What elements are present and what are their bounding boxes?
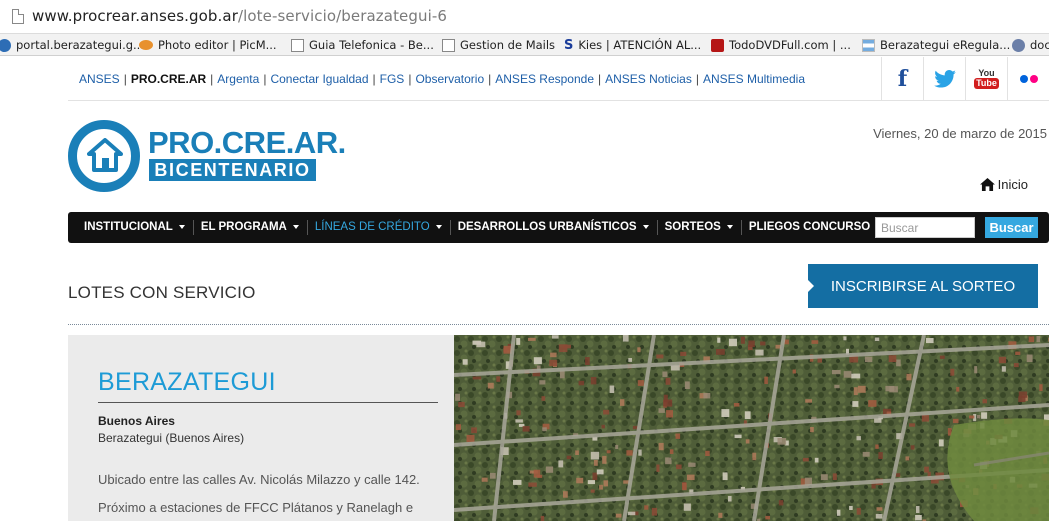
home-link[interactable]: Inicio <box>979 177 1028 192</box>
nav-desarrollos-urbanisticos[interactable]: DESARROLLOS URBANÍSTICOS <box>449 212 657 243</box>
bookmarks-bar: portal.berazategui.g... Photo editor | P… <box>0 34 1049 56</box>
globe-icon <box>0 38 11 52</box>
link-procrear[interactable]: PRO.CRE.AR <box>131 72 206 86</box>
eye-icon <box>139 40 153 50</box>
nav-sorteos[interactable]: SORTEOS <box>656 212 741 243</box>
logo-ring <box>68 120 140 192</box>
dotted-divider <box>68 324 1049 325</box>
nav-lineas-de-credito[interactable]: LÍNEAS DE CRÉDITO <box>306 212 450 243</box>
link-anses-multimedia[interactable]: ANSES Multimedia <box>703 72 805 86</box>
search-button[interactable]: Buscar <box>985 217 1038 238</box>
bookmark-gestion-mails[interactable]: Gestion de Mails <box>442 37 555 53</box>
gear-icon <box>1012 38 1025 52</box>
youtube-icon: You Tube <box>974 67 999 89</box>
caret-down-icon <box>292 224 299 229</box>
bookmark-photo-editor[interactable]: Photo editor | PicM... <box>139 37 277 53</box>
twitter-link[interactable] <box>923 57 965 100</box>
twitter-icon <box>933 69 956 88</box>
bookmark-kies[interactable]: S Kies | ATENCIÓN AL... <box>564 37 701 53</box>
bookmark-doc[interactable]: doc <box>1012 37 1049 53</box>
caret-down-icon <box>435 224 442 229</box>
flickr-link[interactable] <box>1007 57 1049 100</box>
link-fgs[interactable]: FGS <box>380 72 405 86</box>
title-divider <box>98 402 438 403</box>
caret-down-icon <box>178 224 185 229</box>
link-argenta[interactable]: Argenta <box>217 72 259 86</box>
proximity-description: Próximo a estaciones de FFCC Plátanos y … <box>98 500 414 515</box>
home-icon <box>979 178 995 191</box>
bookmark-berazategui-eregula[interactable]: Berazategui eRegula... <box>862 37 1010 53</box>
aerial-photo-image <box>454 335 1049 521</box>
locality-label: Berazategui (Buenos Aires) <box>98 431 245 445</box>
browser-address-bar[interactable]: www.procrear.anses.gob.ar/lote-servicio/… <box>0 0 1049 34</box>
logo-title: PRO.CRE.AR. <box>148 125 346 160</box>
page-icon <box>442 38 455 52</box>
s-icon: S <box>564 37 574 53</box>
dvd-icon <box>711 38 724 52</box>
link-anses-responde[interactable]: ANSES Responde <box>495 72 594 86</box>
procrear-logo[interactable]: PRO.CRE.AR. BICENTENARIO <box>68 118 346 193</box>
link-conectar-igualdad[interactable]: Conectar Igualdad <box>270 72 368 86</box>
place-title: BERAZATEGUI <box>98 368 276 396</box>
location-description: Ubicado entre las calles Av. Nicolás Mil… <box>98 472 420 487</box>
flickr-icon <box>1019 74 1038 83</box>
youtube-link[interactable]: You Tube <box>965 57 1007 100</box>
lote-info-panel: BERAZATEGUI Buenos Aires Berazategui (Bu… <box>68 335 454 521</box>
province-label: Buenos Aires <box>98 414 175 428</box>
page-icon <box>12 9 24 24</box>
nav-menu: INSTITUCIONAL EL PROGRAMA LÍNEAS DE CRÉD… <box>76 212 890 243</box>
main-navbar: INSTITUCIONAL EL PROGRAMA LÍNEAS DE CRÉD… <box>68 212 1049 243</box>
nav-el-programa[interactable]: EL PROGRAMA <box>192 212 307 243</box>
bookmark-tododvdfull[interactable]: TodoDVDFull.com | ... <box>711 37 851 53</box>
page-icon <box>291 38 304 52</box>
bookmark-guia-telefonica[interactable]: Guia Telefonica - Be... <box>291 37 434 53</box>
top-links-bar: ANSES | PRO.CRE.AR | Argenta | Conectar Iguald… <box>68 57 1049 101</box>
nav-institucional[interactable]: INSTITUCIONAL <box>76 212 193 243</box>
flag-icon <box>862 38 875 52</box>
house-icon <box>87 138 123 172</box>
network-links: ANSES | PRO.CRE.AR | Argenta | Conectar Iguald… <box>79 72 805 86</box>
caret-down-icon <box>726 224 733 229</box>
link-anses[interactable]: ANSES <box>79 72 120 86</box>
section-title: LOTES CON SERVICIO <box>68 283 256 302</box>
aerial-photo <box>454 335 1049 521</box>
inscribirse-sorteo-button[interactable]: INSCRIBIRSE AL SORTEO <box>808 264 1038 308</box>
caret-down-icon <box>642 224 649 229</box>
facebook-link[interactable]: f <box>881 57 923 100</box>
nav-pliegos-concurso[interactable]: PLIEGOS CONCURSO <box>740 212 890 243</box>
url-text[interactable]: www.procrear.anses.gob.ar/lote-servicio/… <box>32 7 447 25</box>
link-anses-noticias[interactable]: ANSES Noticias <box>605 72 692 86</box>
logo-subtitle: BICENTENARIO <box>149 159 316 181</box>
link-observatorio[interactable]: Observatorio <box>415 72 484 86</box>
social-links: f You Tube <box>881 57 1049 100</box>
search-input[interactable] <box>875 217 975 238</box>
bookmark-portal-berazategui[interactable]: portal.berazategui.g... <box>0 37 144 53</box>
current-date: Viernes, 20 de marzo de 2015 <box>873 126 1047 141</box>
facebook-icon: f <box>897 65 908 92</box>
